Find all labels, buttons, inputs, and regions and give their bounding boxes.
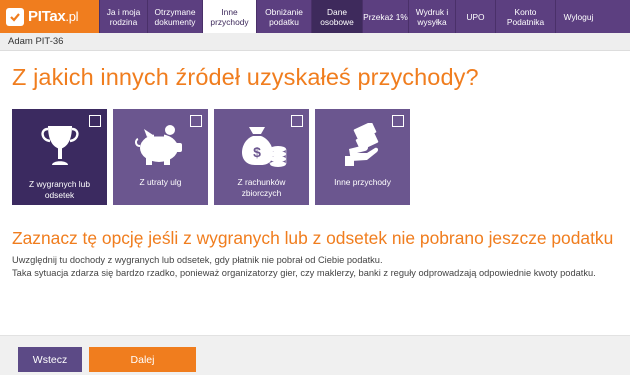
footer-bar: Wstecz Dalej — [0, 335, 630, 375]
piggy-bank-icon — [113, 121, 208, 171]
pitax-logo[interactable]: PITax.pl — [0, 0, 99, 33]
breadcrumb-bar: Adam PIT-36 — [0, 33, 630, 51]
trophy-icon — [12, 121, 107, 171]
nav-item-otrzymane-dokumenty[interactable]: Otrzymane dokumenty — [147, 0, 202, 33]
tile-other-income[interactable]: Inne przychody — [315, 109, 410, 205]
tile-label: Z wygranych lub odsetek — [29, 179, 90, 200]
svg-text:$: $ — [253, 144, 261, 160]
page-title: Z jakich innych źródeł uzyskałeś przycho… — [12, 64, 479, 90]
nav-item-przekaż-1%[interactable]: Przekaż 1% — [362, 0, 408, 33]
info-line-2: Taka sytuacja zdarza się bardzo rzadko, … — [12, 267, 596, 278]
nav-item-upo[interactable]: UPO — [455, 0, 495, 33]
money-hand-icon — [315, 121, 410, 171]
next-button[interactable]: Dalej — [89, 347, 196, 372]
nav-item-wydruk-i-wysyłka[interactable]: Wydruk i wysyłka — [408, 0, 455, 33]
income-source-tiles: Z wygranych lub odsetek Z utraty ulg $ Z… — [12, 109, 416, 205]
nav-item-inne-przychody[interactable]: Inne przychody — [202, 0, 256, 33]
tile-label: Z utraty ulg — [139, 177, 182, 187]
logo-mark-icon — [6, 7, 24, 26]
tile-loss-of-reliefs[interactable]: Z utraty ulg — [113, 109, 208, 205]
option-info-heading: Zaznacz tę opcję jeśli z wygranych lub z… — [12, 228, 614, 248]
tile-label: Inne przychody — [334, 177, 391, 187]
nav-item-wyloguj[interactable]: Wyloguj — [555, 0, 601, 33]
tile-winnings-interest[interactable]: Z wygranych lub odsetek — [12, 109, 107, 205]
nav-item-obniżanie-podatku[interactable]: Obniżanie podatku — [256, 0, 311, 33]
nav-item-konto-podatnika[interactable]: Konto Podatnika — [495, 0, 555, 33]
logo-text: PITax.pl — [28, 8, 79, 25]
back-button[interactable]: Wstecz — [18, 347, 82, 372]
main-nav: Ja i moja rodzina Otrzymane dokumenty Inne… — [99, 0, 601, 33]
nav-item-dane-osobowe[interactable]: Dane osobowe — [311, 0, 362, 33]
info-line-1: Uwzględnij tu dochody z wygranych lub od… — [12, 255, 383, 265]
top-navigation: PITax.pl Ja i moja rodzina Otrzymane doku… — [0, 0, 630, 33]
tile-label: Z rachunków zbiorczych — [237, 177, 286, 198]
tile-collective-accounts[interactable]: $ Z rachunków zbiorczych — [214, 109, 309, 205]
option-info-text: Uwzględnij tu dochody z wygranych lub od… — [12, 254, 622, 279]
breadcrumb: Adam PIT-36 — [8, 36, 64, 47]
nav-item-ja-i-moja-rodzina[interactable]: Ja i moja rodzina — [99, 0, 147, 33]
money-bag-icon: $ — [214, 121, 309, 171]
